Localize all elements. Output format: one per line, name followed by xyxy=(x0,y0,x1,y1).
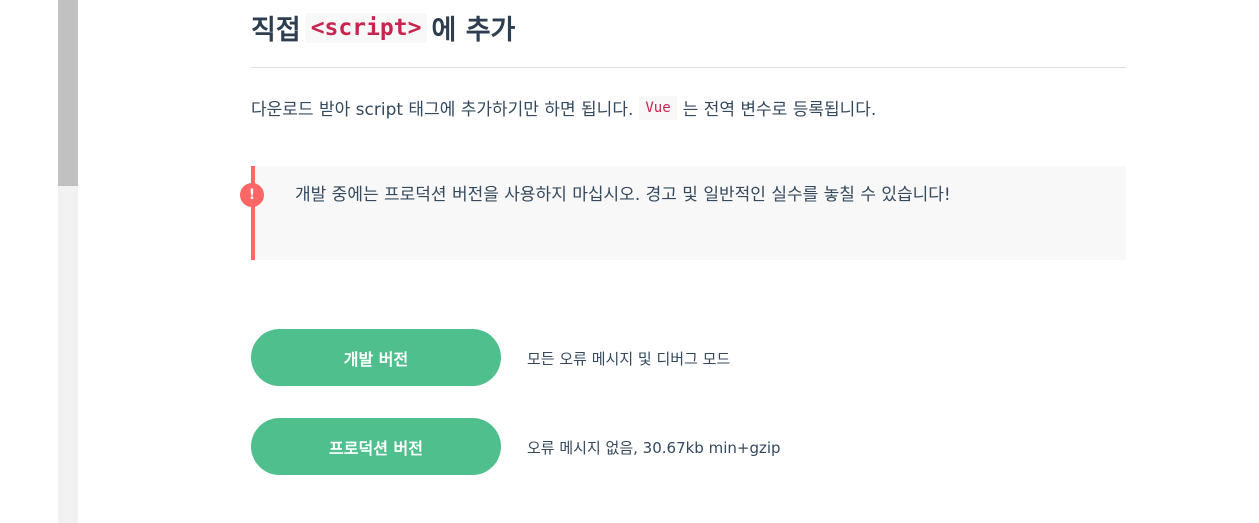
heading-divider xyxy=(251,67,1126,68)
intro-text-after: 는 전역 변수로 등록됩니다. xyxy=(682,100,877,120)
warning-tip-text: 개발 중에는 프로덕션 버전을 사용하지 마십시오. 경고 및 일반적인 실수를… xyxy=(295,185,951,205)
production-version-description: 오류 메시지 없음, 30.67kb min+gzip xyxy=(527,439,781,457)
section-heading-suffix: 에 추가 xyxy=(431,15,516,46)
section-heading-prefix: 직접 xyxy=(251,15,301,46)
warning-tip: ! 개발 중에는 프로덕션 버전을 사용하지 마십시오. 경고 및 일반적인 실… xyxy=(240,166,1126,260)
intro-paragraph: 다운로드 받아 script 태그에 추가하기만 하면 됩니다. Vue 는 전… xyxy=(251,95,876,120)
intro-inline-code: Vue xyxy=(639,95,677,120)
intro-text-before: 다운로드 받아 script 태그에 추가하기만 하면 됩니다. xyxy=(251,100,634,120)
production-version-button[interactable]: 프로덕션 버전 xyxy=(251,418,501,475)
sidebar-scrollbar-track[interactable] xyxy=(58,0,78,523)
sidebar-scrollbar-thumb[interactable] xyxy=(58,0,78,186)
development-version-button[interactable]: 개발 버전 xyxy=(251,329,501,386)
section-heading-code: <script> xyxy=(304,12,428,43)
section-heading: 직접 <script> 에 추가 xyxy=(251,8,515,47)
exclamation-icon: ! xyxy=(240,183,264,207)
development-version-description: 모든 오류 메시지 및 디버그 모드 xyxy=(527,350,731,368)
